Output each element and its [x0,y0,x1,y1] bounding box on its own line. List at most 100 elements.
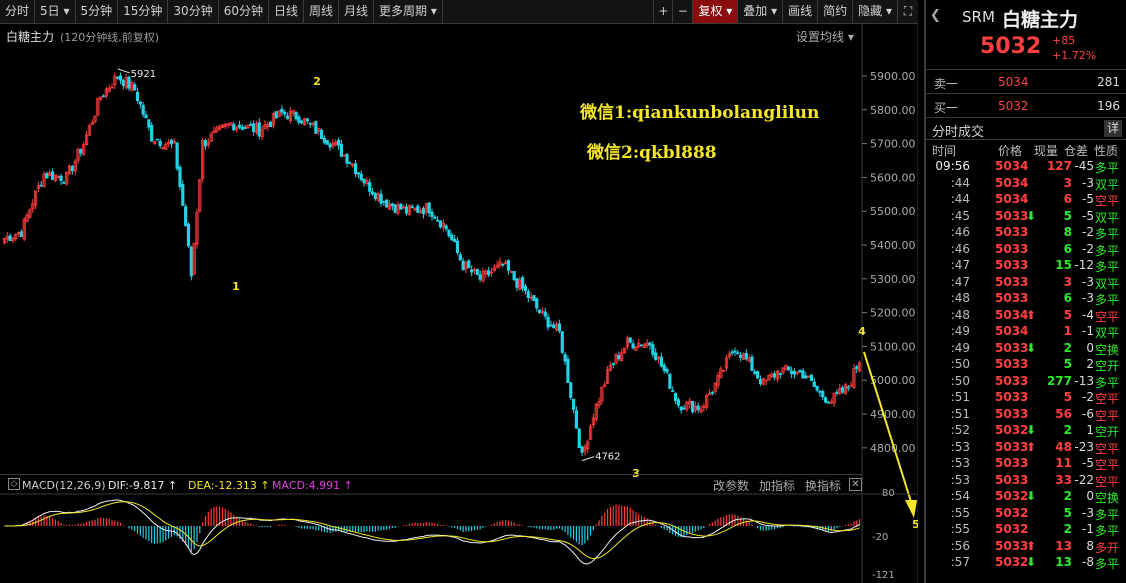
tick-row: :46 5033 6 -2 多平 [926,241,1126,258]
ask1-price: 5034 [998,75,1029,89]
chart-subtitle: (120分钟线,前复权) [60,31,160,44]
more-periods-dropdown[interactable]: 更多周期 ▾ [374,0,443,23]
candle-body [804,375,808,379]
candle-body [543,311,547,317]
candle-body [101,95,106,98]
tick-direction-icon: ⬇ [1026,423,1037,437]
candle-body [450,234,454,241]
tick-nature: 空平 [1095,194,1120,208]
period-monthly-button[interactable]: 月线 [339,0,375,23]
tick-volume: 6 [1063,241,1072,256]
overlay-dropdown[interactable]: 叠加 ▾ [738,0,784,23]
tick-nature: 空平 [1095,474,1120,489]
macd-indicator-bar: ◇ MACD(12,26,9) DIF:-9.817 ↑ DEA:-12.313… [0,474,862,494]
tick-oi-change: -23 [1074,439,1094,454]
quote-panel: ❮ SRM 白糖主力 5032 +85 +1.72% 卖一 5034 281 买… [924,0,1126,583]
candle-body [467,260,471,269]
candle-body [158,140,162,147]
col-volume: 现量 [1034,144,1059,158]
candle-body [662,364,666,371]
tick-oi-change: 8 [1086,538,1094,553]
close-indicator-icon[interactable]: ✕ [849,478,862,491]
switch-indicator-button[interactable]: 换指标 [805,477,841,494]
tick-row: :49 5034 1 -1 双平 [926,323,1126,340]
candle-body [169,139,174,145]
tick-oi-change: -2 [1082,225,1094,239]
candle-body [447,229,451,237]
candle-body [773,373,777,378]
candle-body [659,356,663,367]
candle-body [59,175,63,181]
candle-body [690,400,695,413]
tick-nature: 空换 [1095,342,1120,357]
candle-body [639,344,644,347]
wave-label-1: 1 [232,280,240,293]
candle-body [733,350,737,353]
panel-collapse-icon[interactable]: ❮ [930,8,941,23]
simple-mode-button[interactable]: 简约 [818,0,854,23]
maximize-icon[interactable]: ⛶ [898,0,918,23]
candle-body [175,142,179,169]
tick-time: :49 [950,324,970,338]
candle-body [252,123,256,132]
candle-body [436,219,440,222]
candle-body [571,398,576,410]
tick-row: :53 5033 33 -22 空平 [926,472,1126,489]
tick-time: :51 [950,406,970,421]
candle-body [186,223,191,247]
tick-time: :47 [950,274,970,289]
period-30min-button[interactable]: 30分钟 [168,0,219,23]
period-timeshare-button[interactable]: 分时 [0,0,36,23]
wave-label-4: 4 [858,325,866,338]
bid1-label: 买一 [934,101,959,115]
macd-dea-line [4,501,860,560]
tick-direction-icon: ⬆ [1026,307,1037,322]
adjust-price-dropdown[interactable]: 复权 ▾ [693,0,739,23]
tick-detail-button[interactable]: 详 [1104,120,1122,137]
ma-settings-dropdown[interactable]: 设置均线 ▾ [796,28,854,45]
high-marker-line [117,68,130,74]
tick-nature: 空平 [1095,458,1120,472]
candle-body [506,260,511,271]
add-indicator-button[interactable]: 加指标 [759,477,795,494]
candle-body [668,373,672,389]
period-60min-button[interactable]: 60分钟 [219,0,269,23]
macd-dif-value: DIF:-9.817 ↑ [108,479,178,492]
candle-body [370,191,375,195]
tick-oi-change: -2 [1082,241,1094,256]
candle-body [294,112,298,120]
wave-label-2: 2 [313,75,321,88]
candle-body [322,137,326,143]
tick-time: :49 [950,340,970,355]
draw-line-button[interactable]: 画线 [783,0,819,23]
period-weekly-button[interactable]: 周线 [304,0,340,23]
candle-body [203,139,208,147]
candle-body [444,225,448,230]
zoom-out-button[interactable]: − [673,0,694,23]
tick-time: :45 [950,208,970,223]
change-params-button[interactable]: 改参数 [713,477,749,494]
ask1-volume: 281 [1097,75,1120,89]
tick-list[interactable]: 09:56 5034 127 -45 多平:44 5034 3 -3 双平:44 5034 6 -5 空… [926,158,1126,571]
candle-body [359,173,363,180]
macd-collapse-icon[interactable]: ◇ [8,478,20,490]
candle-body [118,75,123,81]
period-5min-button[interactable]: 5分钟 [76,0,119,23]
candle-body [560,331,564,353]
zoom-in-button[interactable]: + [653,0,674,23]
candle-body [758,379,763,385]
macd-y-tick-label: -20 [872,532,888,543]
instrument-name: 白糖主力 [1002,9,1079,31]
period-15min-button[interactable]: 15分钟 [118,0,169,23]
order-book-bid1: 买一 5032 196 [926,94,1126,118]
period-daily-button[interactable]: 日线 [269,0,304,23]
period-5day-dropdown[interactable]: 5日 ▾ [35,0,76,23]
hide-dropdown[interactable]: 隐藏 ▾ [853,0,898,23]
candle-body [790,370,794,375]
tick-price: 5033 [995,340,1029,355]
candle-body [815,385,819,391]
tick-nature: 空平 [1095,441,1120,456]
y-tick-label: 5900.00 [870,70,916,83]
tick-time: :50 [950,357,970,371]
tick-columns-header: 时间 价格 现量 仓差 性质 [926,140,1126,158]
